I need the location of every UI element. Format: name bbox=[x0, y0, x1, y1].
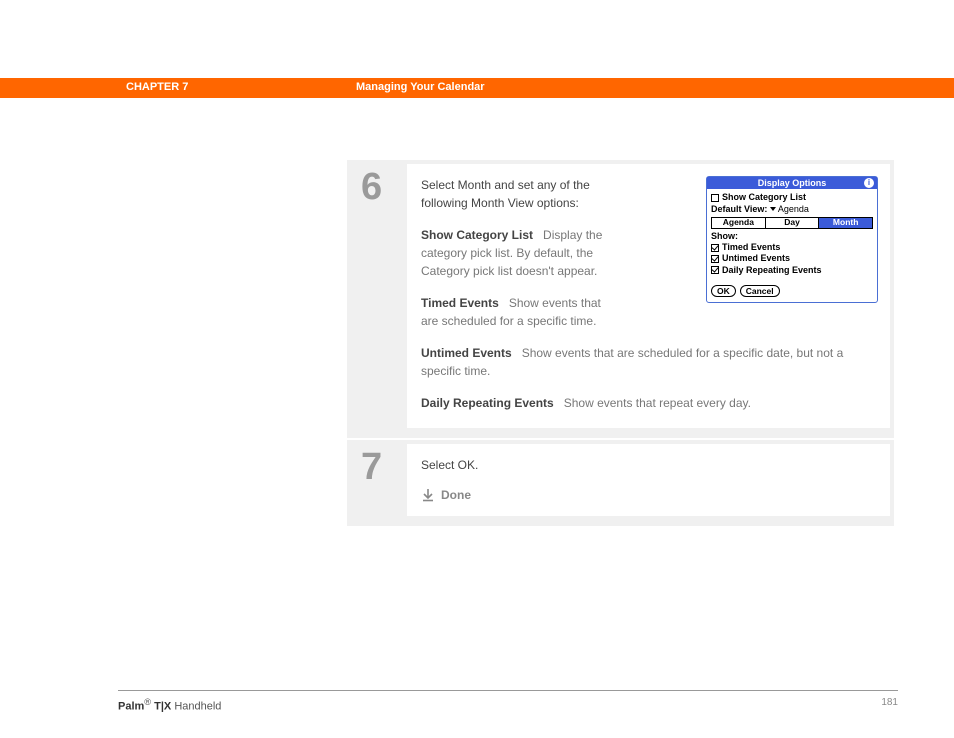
checkbox-daily-repeating[interactable] bbox=[711, 266, 719, 274]
done-arrow-icon bbox=[421, 488, 435, 502]
checkbox-untimed-events[interactable] bbox=[711, 255, 719, 263]
step-number-7: 7 bbox=[347, 440, 407, 516]
footer-model: T|X bbox=[154, 701, 171, 713]
palm-cb-timed[interactable]: Timed Events bbox=[711, 242, 873, 252]
palm-default-view-row[interactable]: Default View: Agenda bbox=[711, 204, 873, 214]
option-label: Untimed Events bbox=[421, 346, 512, 360]
done-row: Done bbox=[421, 486, 876, 504]
done-label: Done bbox=[441, 486, 471, 504]
palm-cb-repeating[interactable]: Daily Repeating Events bbox=[711, 265, 873, 275]
option-untimed-events: Untimed Events Show events that are sche… bbox=[421, 344, 876, 380]
step-7-body: Select OK. Done bbox=[407, 444, 890, 516]
palm-default-view-value: Agenda bbox=[778, 204, 809, 214]
palm-cb-untimed-label: Untimed Events bbox=[722, 253, 790, 263]
palm-tabs: Agenda Day Month bbox=[711, 217, 873, 229]
step-6-body: Select Month and set any of the followin… bbox=[407, 164, 890, 428]
palm-cb-repeating-label: Daily Repeating Events bbox=[722, 265, 822, 275]
palm-dialog-title-text: Display Options bbox=[758, 178, 827, 188]
palm-cb-timed-label: Timed Events bbox=[722, 242, 780, 252]
footer-product: Palm® T|X Handheld bbox=[118, 697, 221, 713]
step-6-intro: Select Month and set any of the followin… bbox=[421, 176, 621, 212]
step-7-intro: Select OK. bbox=[421, 456, 876, 474]
palm-tab-day[interactable]: Day bbox=[766, 218, 820, 228]
palm-default-view-label: Default View: bbox=[711, 204, 767, 214]
palm-ok-button[interactable]: OK bbox=[711, 285, 736, 297]
chapter-title: Managing Your Calendar bbox=[356, 81, 485, 93]
footer-brand: Palm bbox=[118, 701, 144, 713]
option-label: Timed Events bbox=[421, 296, 499, 310]
palm-cancel-button[interactable]: Cancel bbox=[740, 285, 780, 297]
footer-divider bbox=[118, 690, 898, 691]
palm-default-view-dropdown[interactable]: Agenda bbox=[770, 204, 809, 214]
option-show-category-list: Show Category List Display the category … bbox=[421, 226, 621, 280]
palm-dialog-title: Display Options i bbox=[707, 177, 877, 189]
option-daily-repeating: Daily Repeating Events Show events that … bbox=[421, 394, 876, 412]
palm-show-category-row[interactable]: Show Category List bbox=[711, 192, 873, 202]
palm-show-category-label: Show Category List bbox=[722, 192, 806, 202]
option-timed-events: Timed Events Show events that are schedu… bbox=[421, 294, 621, 330]
checkbox-show-category[interactable] bbox=[711, 194, 719, 202]
option-desc: Show events that repeat every day. bbox=[564, 396, 751, 410]
step-6: 6 Select Month and set any of the follow… bbox=[347, 160, 894, 440]
chapter-label: CHAPTER 7 bbox=[126, 81, 188, 93]
footer-type: Handheld bbox=[174, 701, 221, 713]
option-label: Show Category List bbox=[421, 228, 533, 242]
step-7: 7 Select OK. Done bbox=[347, 440, 894, 528]
palm-tab-month[interactable]: Month bbox=[819, 218, 872, 228]
content-area: 6 Select Month and set any of the follow… bbox=[347, 160, 894, 528]
step-number-6: 6 bbox=[347, 160, 407, 428]
header-bar: CHAPTER 7 Managing Your Calendar bbox=[0, 78, 954, 98]
checkbox-timed-events[interactable] bbox=[711, 244, 719, 252]
page-number: 181 bbox=[881, 697, 898, 708]
palm-cb-untimed[interactable]: Untimed Events bbox=[711, 253, 873, 263]
palm-show-label: Show: bbox=[711, 231, 873, 241]
option-label: Daily Repeating Events bbox=[421, 396, 554, 410]
info-icon[interactable]: i bbox=[864, 178, 874, 188]
palm-tab-agenda[interactable]: Agenda bbox=[712, 218, 766, 228]
palm-display-options-dialog: Display Options i Show Category List Def… bbox=[706, 176, 878, 303]
